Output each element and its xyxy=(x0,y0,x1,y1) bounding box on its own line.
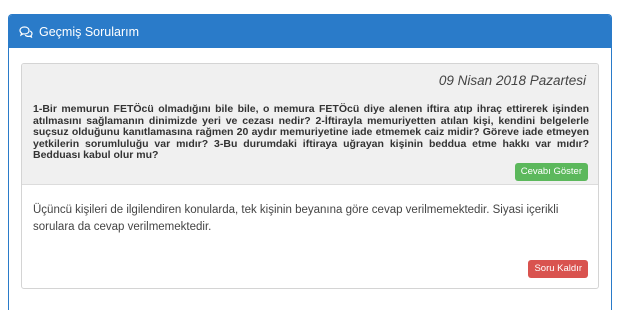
panel-title: Geçmiş Sorularım xyxy=(39,24,140,39)
question-text: 1-Bir memurun FETÖcü olmadığını bile bil… xyxy=(33,103,589,161)
answer-text: Üçüncü kişileri de ilgilendiren konulard… xyxy=(33,204,559,233)
question-date: 09 Nisan 2018 Pazartesi xyxy=(438,73,586,88)
remove-question-button[interactable]: Soru Kaldır xyxy=(528,260,588,278)
comments-icon xyxy=(19,25,33,38)
question-area: 09 Nisan 2018 Pazartesi 1-Bir memurun FE… xyxy=(22,64,598,185)
panel-heading: Geçmiş Sorularım xyxy=(9,15,611,48)
question-card: 09 Nisan 2018 Pazartesi 1-Bir memurun FE… xyxy=(21,63,599,289)
show-answer-button[interactable]: Cevabı Göster xyxy=(514,163,588,181)
history-panel: Geçmiş Sorularım 09 Nisan 2018 Pazartesi… xyxy=(8,14,612,310)
